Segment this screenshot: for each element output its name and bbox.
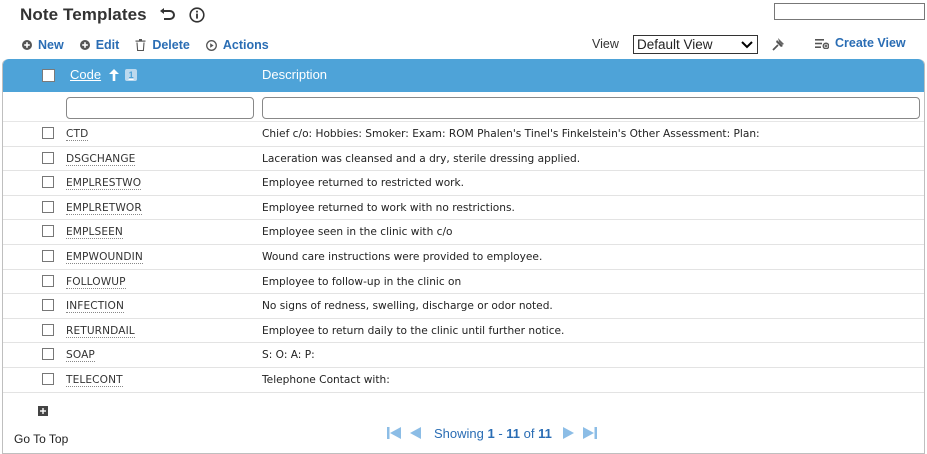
row-code-link[interactable]: EMPLRESTWO <box>66 177 142 191</box>
table-row[interactable]: EMPLRESTWO Employee returned to restrict… <box>3 171 924 196</box>
pager-summary: Showing 1 - 11 of 11 <box>434 426 552 441</box>
row-code-link[interactable]: EMPWOUNDIN <box>66 251 143 264</box>
row-code-link[interactable]: TELECONT <box>66 374 123 387</box>
table-row[interactable]: EMPWOUNDIN Wound care instructions were … <box>3 245 924 270</box>
row-checkbox[interactable] <box>42 151 54 164</box>
first-page-icon[interactable] <box>386 425 402 441</box>
row-checkbox[interactable] <box>42 249 54 262</box>
table-row[interactable]: TELECONT Telephone Contact with: <box>3 368 924 393</box>
table-row[interactable]: INFECTION No signs of redness, swelling,… <box>3 294 924 319</box>
select-all-checkbox[interactable] <box>42 69 55 82</box>
view-select-value: Default View <box>637 37 713 52</box>
table-row[interactable]: SOAP S: O: A: P: <box>3 343 924 368</box>
prev-page-icon[interactable] <box>408 425 422 441</box>
grid-body: CTD Chief c/o: Hobbies: Smoker: Exam: RO… <box>3 122 924 393</box>
row-description: Telephone Contact with: <box>262 373 390 386</box>
plus-circle-icon <box>22 40 32 50</box>
pager-of-label: of <box>520 425 539 441</box>
play-circle-icon <box>205 39 217 51</box>
row-code-link[interactable]: SOAP <box>66 349 95 363</box>
new-label: New <box>38 38 64 52</box>
column-header-description[interactable]: Description <box>262 67 327 82</box>
title-row: Note Templates <box>20 3 205 27</box>
templates-grid: Code 1 Description CTD Chief c/o: Hobbie… <box>2 59 925 454</box>
view-label: View <box>592 37 619 51</box>
row-checkbox[interactable] <box>42 348 54 361</box>
view-select[interactable]: Default View <box>633 35 758 54</box>
row-checkbox[interactable] <box>42 225 54 238</box>
row-checkbox[interactable] <box>42 176 54 189</box>
row-description: Laceration was cleansed and a dry, steri… <box>262 152 581 165</box>
code-filter-input[interactable] <box>66 97 254 119</box>
column-header-code-label: Code <box>70 67 102 82</box>
edit-button[interactable]: Edit <box>79 38 120 52</box>
row-code-link[interactable]: EMPLRETWOR <box>66 202 142 215</box>
description-filter-input[interactable] <box>262 97 920 119</box>
row-code-link[interactable]: EMPLSEEN <box>66 226 123 240</box>
row-description: Wound care instructions were provided to… <box>262 250 543 263</box>
last-page-icon[interactable] <box>582 425 598 441</box>
pager-range-end: 11 <box>506 425 521 441</box>
row-checkbox[interactable] <box>42 372 54 385</box>
toolbar: New Edit Delete Actions <box>22 36 285 54</box>
global-search-input[interactable] <box>774 3 925 20</box>
filter-row <box>3 92 924 122</box>
info-icon[interactable] <box>189 7 205 23</box>
row-checkbox[interactable] <box>42 274 54 287</box>
row-code-link[interactable]: RETURNDAIL <box>66 325 135 338</box>
delete-button[interactable]: Delete <box>135 38 190 52</box>
row-code-link[interactable]: INFECTION <box>66 300 124 314</box>
row-code-link[interactable]: FOLLOWUP <box>66 276 126 289</box>
table-row[interactable]: DSGCHANGE Laceration was cleansed and a … <box>3 147 924 172</box>
plus-circle-icon <box>79 40 90 50</box>
table-row[interactable]: CTD Chief c/o: Hobbies: Smoker: Exam: RO… <box>3 122 924 147</box>
row-code-link[interactable]: DSGCHANGE <box>66 153 136 166</box>
row-code-link[interactable]: CTD <box>66 128 89 141</box>
table-row[interactable]: EMPLRETWOR Employee returned to work wit… <box>3 196 924 221</box>
go-to-top-link[interactable]: Go To Top <box>14 432 68 446</box>
edit-label: Edit <box>95 38 120 52</box>
next-page-icon[interactable] <box>562 425 576 441</box>
chevron-down-icon <box>741 40 753 48</box>
create-view-icon <box>815 38 829 49</box>
pager-showing-label: Showing <box>434 425 484 441</box>
sort-order-badge: 1 <box>125 68 138 81</box>
create-view-label: Create View <box>835 36 906 50</box>
page-title: Note Templates <box>20 5 147 24</box>
pin-icon[interactable] <box>771 36 789 56</box>
column-header-code[interactable]: Code 1 <box>70 67 138 82</box>
expand-plus-icon[interactable] <box>38 401 48 420</box>
row-description: S: O: A: P: <box>262 349 315 362</box>
pager-range-separator: - <box>494 425 507 441</box>
row-description: No signs of redness, swelling, discharge… <box>262 300 553 313</box>
row-description: Employee to return daily to the clinic u… <box>262 324 565 337</box>
row-description: Employee seen in the clinic with c/o <box>262 226 453 239</box>
undo-icon[interactable] <box>159 8 175 22</box>
pager-range-start: 1 <box>487 425 495 441</box>
row-description: Employee returned to restricted work. <box>262 177 465 190</box>
grid-header: Code 1 Description <box>3 59 924 92</box>
pager: Showing 1 - 11 of 11 <box>386 425 604 441</box>
row-checkbox[interactable] <box>42 323 54 336</box>
table-row[interactable]: EMPLSEEN Employee seen in the clinic wit… <box>3 220 924 245</box>
sort-ascending-icon <box>109 68 120 81</box>
pager-total: 11 <box>538 425 552 441</box>
row-checkbox[interactable] <box>42 299 54 312</box>
actions-label: Actions <box>222 38 269 52</box>
delete-label: Delete <box>152 38 190 52</box>
row-checkbox[interactable] <box>42 200 54 213</box>
table-row[interactable]: FOLLOWUP Employee to follow-up in the cl… <box>3 270 924 295</box>
table-row[interactable]: RETURNDAIL Employee to return daily to t… <box>3 319 924 344</box>
new-button[interactable]: New <box>22 38 64 52</box>
row-description: Employee to follow-up in the clinic on <box>262 275 462 288</box>
row-checkbox[interactable] <box>42 127 54 139</box>
trash-icon <box>135 39 146 51</box>
row-description: Employee returned to work with no restri… <box>262 201 515 214</box>
actions-button[interactable]: Actions <box>205 38 269 52</box>
create-view-button[interactable]: Create View <box>815 36 906 50</box>
row-description: Chief c/o: Hobbies: Smoker: Exam: ROM Ph… <box>262 128 760 140</box>
